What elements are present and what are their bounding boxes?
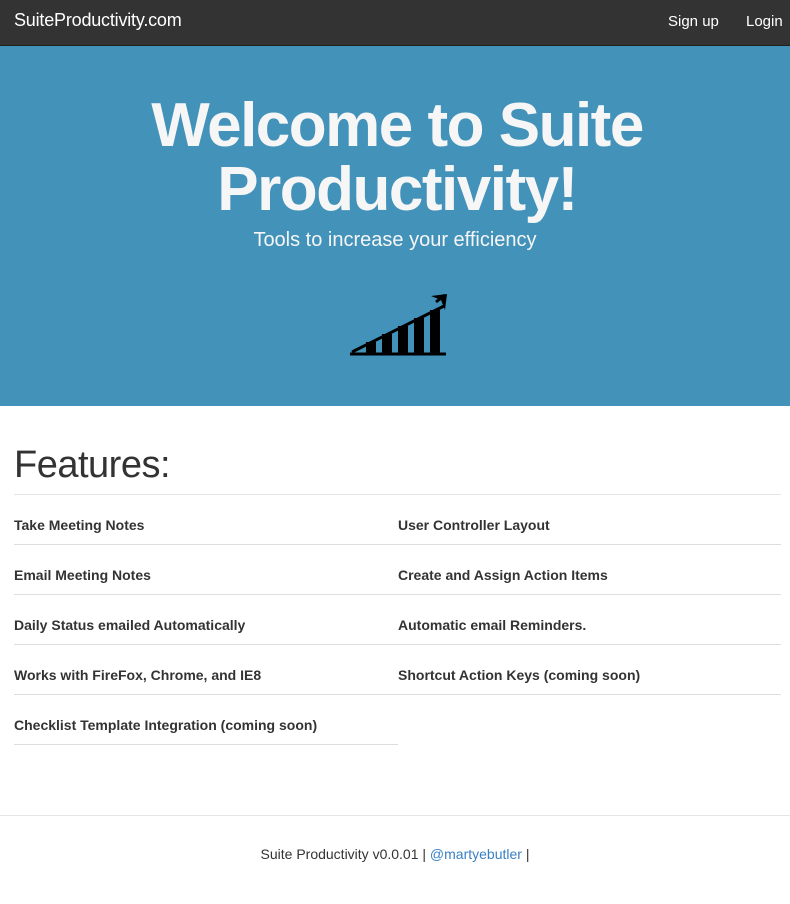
feature-item: Create and Assign Action Items bbox=[398, 545, 781, 595]
hero-banner: Welcome to Suite Productivity! Tools to … bbox=[0, 46, 790, 406]
twitter-handle-link[interactable]: @martyebutler bbox=[430, 846, 522, 862]
login-link[interactable]: Login bbox=[746, 13, 783, 30]
feature-item: Shortcut Action Keys (coming soon) bbox=[398, 645, 781, 695]
hero-subtitle: Tools to increase your efficiency bbox=[253, 229, 537, 251]
feature-item: Works with FireFox, Chrome, and IE8 bbox=[14, 645, 398, 695]
features-heading: Features: bbox=[14, 444, 171, 486]
feature-item: Checklist Template Integration (coming s… bbox=[14, 695, 398, 745]
feature-item: Daily Status emailed Automatically bbox=[14, 595, 398, 645]
footer: Suite Productivity v0.0.01 | @martyebutl… bbox=[0, 846, 790, 862]
feature-item: User Controller Layout bbox=[398, 495, 781, 545]
footer-version-text: Suite Productivity v0.0.01 bbox=[260, 846, 419, 862]
footer-separator: | bbox=[422, 846, 427, 862]
brand-link[interactable]: SuiteProductivity.com bbox=[14, 10, 182, 31]
hero-title: Welcome to Suite Productivity! bbox=[151, 91, 644, 224]
footer-divider bbox=[0, 815, 790, 816]
top-navbar: SuiteProductivity.com Sign up Login bbox=[0, 0, 790, 46]
feature-item: Email Meeting Notes bbox=[14, 545, 398, 595]
footer-separator: | bbox=[525, 846, 530, 862]
sign-up-link[interactable]: Sign up bbox=[668, 13, 719, 30]
feature-item: Take Meeting Notes bbox=[14, 495, 398, 545]
growth-chart-icon bbox=[350, 294, 447, 356]
feature-item: Automatic email Reminders. bbox=[398, 595, 781, 645]
